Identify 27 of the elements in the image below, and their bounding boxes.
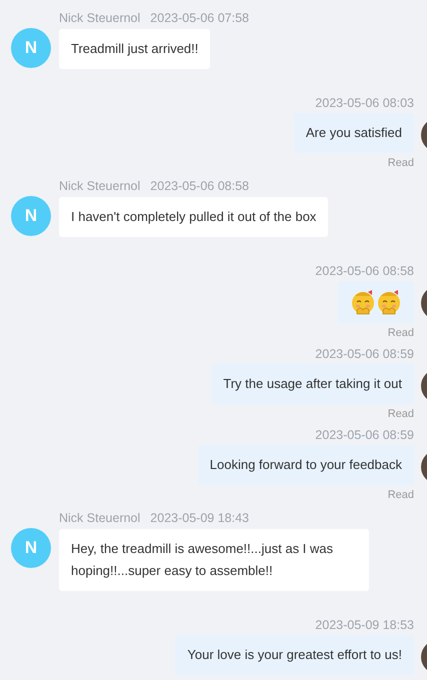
sender-name: Nick Steuernol: [59, 510, 140, 524]
message-time: 2023-05-09 18:43: [150, 510, 249, 524]
message-time: 2023-05-06 08:03: [315, 96, 414, 110]
read-status: Read: [388, 489, 414, 501]
message-bubble: Treadmill just arrived!!: [59, 29, 210, 69]
message-time: 2023-05-06 07:58: [150, 10, 249, 24]
message-time: 2023-05-09 18:53: [315, 618, 414, 632]
shy-face-icon: [376, 288, 402, 316]
read-status: Read: [388, 157, 414, 169]
read-status: Read: [388, 327, 414, 339]
message-time: 2023-05-06 08:58: [150, 178, 249, 192]
message-bubble: I haven't completely pulled it out of the box: [59, 197, 328, 237]
read-status: Read: [388, 408, 414, 420]
message-bubble: Looking forward to your feedback: [198, 445, 414, 485]
message-bubble: Hey, the treadmill is awesome!!...just as I was hoping!!...super easy to assemble!!: [59, 529, 369, 591]
message-bubble: Are you satisfied: [294, 113, 414, 153]
message-bubble: Try the usage after taking it out: [211, 364, 414, 404]
avatar: N: [11, 196, 51, 236]
message-time: 2023-05-06 08:58: [315, 264, 414, 278]
sender-name: Nick Steuernol: [59, 10, 140, 24]
message-time: 2023-05-06 08:59: [315, 347, 414, 361]
shy-face-icon: [350, 288, 376, 316]
message-time: 2023-05-06 08:59: [315, 428, 414, 442]
avatar: N: [11, 528, 51, 568]
avatar: N: [11, 28, 51, 68]
sender-name: Nick Steuernol: [59, 178, 140, 192]
message-bubble: Your love is your greatest effort to us!: [175, 635, 414, 675]
